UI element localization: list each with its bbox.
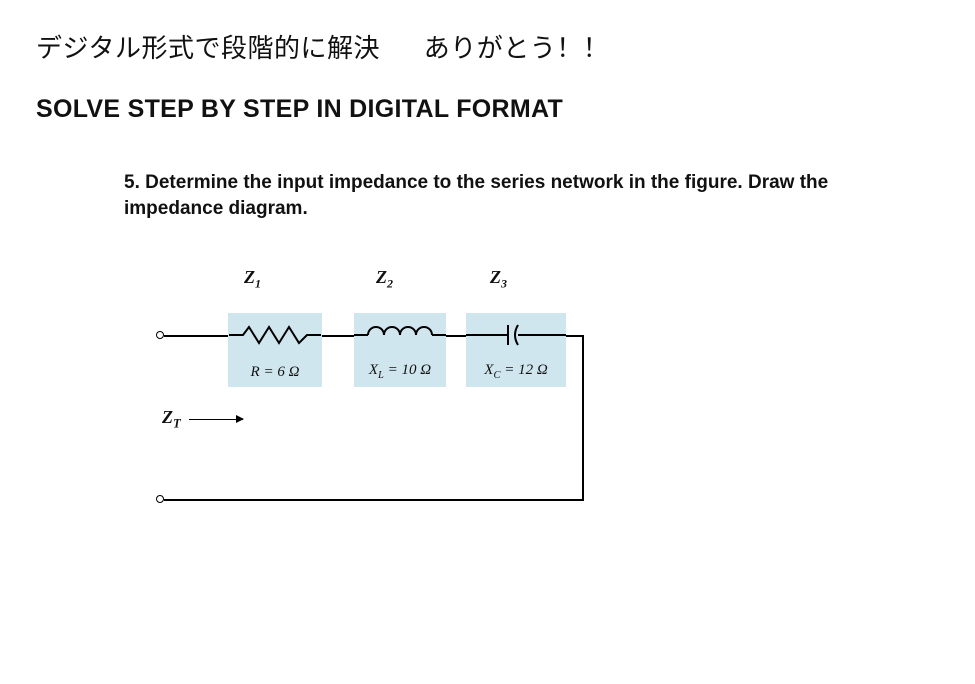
- problem-statement: Determine the input impedance to the ser…: [124, 172, 828, 219]
- resistor-block: R = 6 Ω: [228, 313, 322, 387]
- label-z3: Z3: [490, 267, 507, 292]
- zt-symbol: ZT: [162, 407, 181, 432]
- inductor-value: XL = 10 Ω: [354, 362, 446, 381]
- problem-block: 5. Determine the input impedance to the …: [36, 170, 856, 527]
- en-header: SOLVE STEP BY STEP IN DIGITAL FORMAT: [36, 95, 939, 124]
- label-z2: Z2: [376, 267, 393, 292]
- wire: [164, 335, 228, 337]
- resistor-icon: [228, 323, 322, 347]
- resistor-value: R = 6 Ω: [228, 364, 322, 381]
- wire: [446, 335, 466, 337]
- capacitor-icon: [466, 323, 566, 347]
- arrow-right-icon: [189, 419, 243, 421]
- wire: [582, 335, 584, 501]
- jp-right: ありがとう！！: [424, 33, 610, 63]
- label-z1: Z1: [244, 267, 261, 292]
- z-labels-row: Z1 Z2 Z3: [244, 267, 574, 289]
- capacitor-value: XC = 12 Ω: [466, 362, 566, 381]
- circuit-diagram: Z1 Z2 Z3 R = 6 Ω: [134, 267, 604, 527]
- jp-header: デジタル形式で段階的に解決 ありがとう！！: [36, 28, 939, 65]
- wire: [164, 499, 584, 501]
- zt-arrow-label: ZT: [162, 407, 243, 432]
- terminal-top: [156, 331, 164, 339]
- capacitor-block: XC = 12 Ω: [466, 313, 566, 387]
- terminal-bottom: [156, 495, 164, 503]
- wire: [322, 335, 354, 337]
- jp-left: デジタル形式で段階的に解決: [36, 33, 380, 63]
- problem-text: 5. Determine the input impedance to the …: [124, 170, 856, 221]
- problem-number: 5.: [124, 172, 140, 193]
- inductor-icon: [354, 323, 446, 347]
- inductor-block: XL = 10 Ω: [354, 313, 446, 387]
